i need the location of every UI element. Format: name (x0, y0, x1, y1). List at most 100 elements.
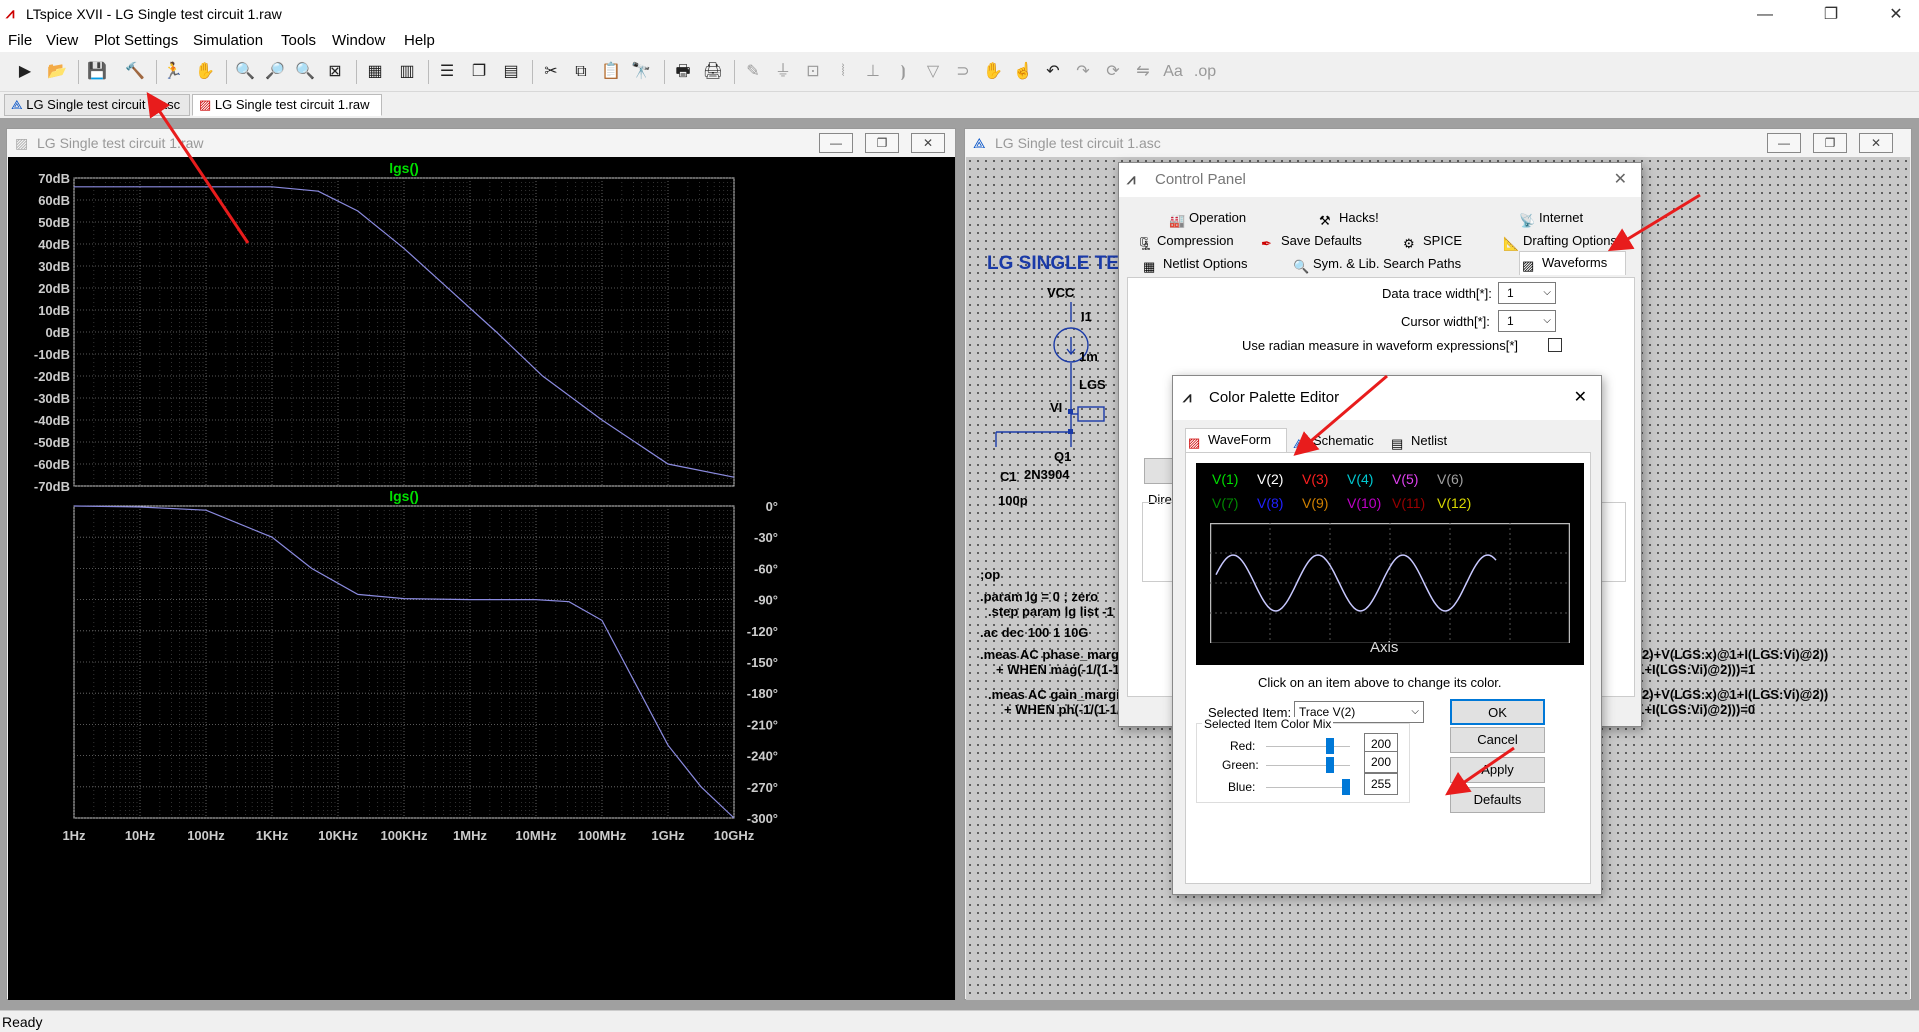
trace-color-item[interactable]: V(6) (1437, 471, 1463, 487)
plot-minimize-button[interactable]: — (819, 133, 853, 153)
waveform-preview[interactable]: V(1) V(2) V(3) V(4) V(5) V(6) V(7) V(8) V(9) V(10… (1196, 463, 1584, 665)
control-panel-icon[interactable]: 🔨 (122, 60, 148, 84)
schematic-close-button[interactable]: ✕ (1859, 133, 1893, 153)
green-slider-thumb[interactable] (1325, 757, 1334, 773)
zoom-in-icon[interactable]: 🔍 (232, 60, 258, 84)
defaults-button[interactable]: Defaults (1450, 787, 1545, 813)
inductor-icon[interactable]: ⦘ (890, 60, 916, 84)
tile-vertical-icon[interactable]: ▤ (498, 60, 524, 84)
paste-icon[interactable]: 📋 (598, 60, 624, 84)
tab-search-paths[interactable]: 🔍 Sym. & Lib. Search Paths (1291, 253, 1461, 275)
tab-operation[interactable]: 🏭 Operation (1167, 207, 1246, 229)
component-icon[interactable]: ⊃ (950, 60, 976, 84)
zoom-out-icon[interactable]: 🔍 (292, 60, 318, 84)
diode-icon[interactable]: ▽ (920, 60, 946, 84)
tab-drafting-options[interactable]: 📐 Drafting Options (1501, 230, 1617, 252)
waveform-chart-svg[interactable]: 70dB 60dB 50dB 40dB 30dB 20dB 10dB 0dB -10dB -20d… (8, 157, 955, 1000)
print-icon[interactable]: 🖶 (670, 60, 696, 84)
maximize-button[interactable]: ❐ (1808, 0, 1854, 30)
cursor-width-select[interactable]: 1 ⌵ (1498, 310, 1556, 332)
axis-label[interactable]: Axis (1370, 639, 1398, 656)
trace-color-item[interactable]: V(9) (1302, 495, 1328, 511)
green-value-field[interactable]: 200 (1364, 751, 1398, 773)
mirror-icon[interactable]: ⇋ (1130, 60, 1156, 84)
label-net-icon[interactable]: ⊡ (800, 60, 826, 84)
tab-schematic[interactable]: ⟁ LG Single test circuit 1.asc (4, 94, 190, 116)
tab-save-defaults[interactable]: ✒ Save Defaults (1259, 230, 1362, 252)
tab-internet[interactable]: 📡 Internet (1517, 207, 1583, 229)
find-icon[interactable]: 🔭 (628, 60, 654, 84)
tile-horizontal-icon[interactable]: ☰ (434, 60, 460, 84)
ground-icon[interactable]: ⏚ (770, 60, 796, 84)
tab-netlist-colors[interactable]: ▤ Netlist (1389, 430, 1447, 452)
preview-axes[interactable] (1210, 523, 1570, 643)
zoom-area-icon[interactable]: 🔎 (262, 60, 288, 84)
capacitor-icon[interactable]: ⊥ (860, 60, 886, 84)
rotate-icon[interactable]: ⟳ (1100, 60, 1126, 84)
blue-value-field[interactable]: 255 (1364, 773, 1398, 795)
radian-measure-checkbox[interactable] (1548, 338, 1562, 352)
menu-plot-settings[interactable]: Plot Settings (94, 32, 178, 49)
ok-button[interactable]: OK (1450, 699, 1545, 725)
tab-schematic-colors[interactable]: ⟁ Schematic (1291, 430, 1374, 452)
run-icon[interactable]: 🏃 (160, 60, 186, 84)
tab-waveform[interactable]: ▨ LG Single test circuit 1.raw (192, 94, 382, 116)
trace-color-item[interactable]: V(1) (1212, 471, 1238, 487)
green-slider-track[interactable] (1266, 765, 1350, 767)
trace-color-item[interactable]: V(2) (1257, 471, 1283, 487)
menu-tools[interactable]: Tools (281, 32, 316, 49)
control-panel-close-icon[interactable]: ✕ (1614, 163, 1627, 197)
tab-spice[interactable]: ⚙ SPICE (1401, 230, 1462, 252)
trace-color-item[interactable]: V(7) (1212, 495, 1238, 511)
wire-icon[interactable]: ✎ (740, 60, 766, 84)
text-icon[interactable]: Aa (1160, 60, 1186, 84)
trace-color-item[interactable]: V(10) (1347, 495, 1381, 511)
data-trace-width-select[interactable]: 1 ⌵ (1498, 282, 1556, 304)
zoom-fit-icon[interactable]: ⊠ (322, 60, 348, 84)
new-schematic-icon[interactable]: ▶ (12, 60, 38, 84)
cut-icon[interactable]: ✂ (538, 60, 564, 84)
palette-editor-close-icon[interactable]: ✕ (1574, 376, 1587, 420)
cancel-button[interactable]: Cancel (1450, 727, 1545, 753)
save-icon[interactable]: 💾 (84, 60, 110, 84)
grid-icon[interactable]: ▥ (394, 60, 420, 84)
resistor-icon[interactable]: ⦚ (830, 60, 856, 84)
move-icon[interactable]: ✋ (980, 60, 1006, 84)
blue-slider-track[interactable] (1266, 787, 1350, 789)
apply-button[interactable]: Apply (1450, 757, 1545, 783)
tab-compression[interactable]: 🗜 Compression (1135, 230, 1234, 252)
pan-hand-icon[interactable]: ✋ (192, 60, 218, 84)
tab-waveform-colors[interactable]: ▨ WaveForm (1185, 428, 1287, 452)
waveform-plot-area[interactable]: 70dB 60dB 50dB 40dB 30dB 20dB 10dB 0dB -10dB -20d… (8, 157, 955, 1000)
tab-hacks[interactable]: ⚒ Hacks! (1317, 207, 1379, 229)
open-folder-icon[interactable]: 📂 (44, 60, 70, 84)
autorange-icon[interactable]: ▦ (362, 60, 388, 84)
red-slider-thumb[interactable] (1325, 738, 1334, 754)
plot-close-button[interactable]: ✕ (911, 133, 945, 153)
red-slider-track[interactable] (1266, 746, 1350, 748)
cascade-icon[interactable]: ❐ (466, 60, 492, 84)
trace-color-item[interactable]: V(12) (1437, 495, 1471, 511)
copy-icon[interactable]: ⧉ (568, 60, 594, 84)
tab-waveforms[interactable]: ▨ Waveforms (1519, 251, 1627, 275)
minimize-button[interactable]: — (1742, 0, 1788, 30)
spice-directive-icon[interactable]: .op (1192, 60, 1218, 84)
undo-icon[interactable]: ↶ (1040, 60, 1066, 84)
tab-netlist-options[interactable]: ▦ Netlist Options (1141, 253, 1248, 275)
schematic-restore-button[interactable]: ❐ (1813, 133, 1847, 153)
blue-slider-thumb[interactable] (1342, 779, 1350, 795)
trace-color-item[interactable]: V(8) (1257, 495, 1283, 511)
hidden-button-left[interactable] (1144, 458, 1174, 484)
drag-icon[interactable]: ☝ (1010, 60, 1036, 84)
trace-color-item[interactable]: V(11) (1392, 495, 1425, 511)
menu-help[interactable]: Help (404, 32, 435, 49)
trace-color-item[interactable]: V(5) (1392, 471, 1418, 487)
trace-color-item[interactable]: V(3) (1302, 471, 1328, 487)
trace-color-item[interactable]: V(4) (1347, 471, 1373, 487)
plot-restore-button[interactable]: ❐ (865, 133, 899, 153)
close-button[interactable]: ✕ (1873, 0, 1919, 30)
schematic-minimize-button[interactable]: — (1767, 133, 1801, 153)
print-setup-icon[interactable]: 🖨 (700, 60, 726, 84)
menu-simulation[interactable]: Simulation (193, 32, 263, 49)
menu-window[interactable]: Window (332, 32, 385, 49)
